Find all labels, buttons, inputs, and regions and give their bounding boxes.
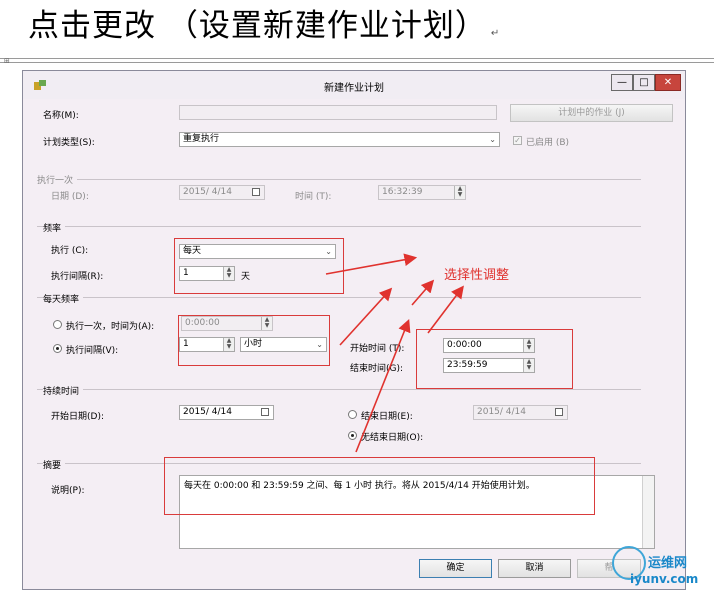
schedule-type-select[interactable]: 重复执行 ⌄ bbox=[179, 132, 500, 147]
daily-interval-highlight-box bbox=[178, 315, 330, 366]
divider-top-2 bbox=[0, 62, 714, 63]
recurs-every-label: 执行间隔(R): bbox=[51, 272, 104, 282]
title-bar[interactable]: 新建作业计划 — □ ✕ bbox=[23, 71, 685, 99]
return-mark-icon: ↵ bbox=[490, 28, 501, 39]
watermark-en: iyunv.com bbox=[630, 572, 699, 586]
time-range-highlight-box bbox=[416, 329, 573, 389]
start-date-value: 2015/ 4/14 bbox=[183, 407, 233, 417]
start-date-picker[interactable]: 2015/ 4/14 bbox=[179, 405, 274, 420]
jobs-in-schedule-button[interactable]: 计划中的作业 (J) bbox=[510, 104, 673, 122]
no-end-date-radio[interactable] bbox=[348, 431, 357, 440]
description-scrollbar[interactable] bbox=[642, 476, 654, 548]
occurs-once-radio[interactable] bbox=[53, 320, 62, 329]
end-time-label: 结束时间(G): bbox=[350, 364, 404, 374]
ok-button[interactable]: 确定 bbox=[419, 559, 492, 578]
duration-section-title: 持续时间 bbox=[43, 384, 84, 397]
selective-adjust-annotation: 选择性调整 bbox=[444, 268, 510, 283]
occurs-every-radio[interactable] bbox=[53, 344, 62, 353]
page-heading: 点击更改 （设置新建作业计划） ↵ bbox=[28, 8, 501, 44]
description-label: 说明(P): bbox=[51, 486, 85, 496]
spinner-icon[interactable]: ▲ ▼ bbox=[454, 186, 465, 199]
end-date-picker[interactable]: 2015/ 4/14 bbox=[473, 405, 568, 420]
daily-frequency-section-title: 每天频率 bbox=[43, 292, 84, 305]
one-time-time-input[interactable]: 16:32:39 ▲ ▼ bbox=[378, 185, 466, 200]
occurs-every-label: 执行间隔(V): bbox=[66, 346, 119, 356]
cancel-button[interactable]: 取消 bbox=[498, 559, 571, 578]
one-time-separator bbox=[37, 179, 641, 180]
minimize-button[interactable]: — bbox=[611, 74, 633, 91]
calendar-icon bbox=[252, 188, 260, 196]
occurs-label: 执行 (C): bbox=[51, 246, 89, 256]
summary-section-title: 摘要 bbox=[43, 458, 66, 471]
start-date-label: 开始日期(D): bbox=[51, 412, 104, 422]
one-time-time-label: 时间 (T): bbox=[295, 192, 332, 202]
name-label: 名称(M): bbox=[43, 111, 79, 121]
chevron-down-icon: ⌄ bbox=[489, 135, 496, 144]
one-time-date-label: 日期 (D): bbox=[51, 192, 89, 202]
close-button[interactable]: ✕ bbox=[655, 74, 681, 91]
calendar-icon bbox=[261, 408, 269, 416]
one-time-section-title: 执行一次 bbox=[37, 173, 78, 186]
start-time-label: 开始时间 (T): bbox=[350, 344, 405, 354]
watermark-cn: 运维网 bbox=[648, 556, 688, 571]
duration-separator bbox=[37, 389, 641, 390]
schedule-type-value: 重复执行 bbox=[183, 134, 220, 144]
name-input[interactable] bbox=[179, 105, 497, 120]
frequency-separator bbox=[37, 226, 641, 227]
daily-frequency-separator bbox=[37, 297, 641, 298]
no-end-date-label: 无结束日期(O): bbox=[361, 433, 424, 443]
calendar-icon bbox=[555, 408, 563, 416]
one-time-time-value: 16:32:39 bbox=[382, 187, 423, 197]
summary-highlight-box bbox=[164, 457, 595, 515]
divider-top bbox=[0, 58, 714, 59]
one-time-date-picker[interactable]: 2015/ 4/14 bbox=[179, 185, 265, 200]
enabled-label: 已启用 (B) bbox=[526, 138, 570, 148]
occurs-once-label: 执行一次，时间为(A): bbox=[66, 322, 155, 332]
end-date-value: 2015/ 4/14 bbox=[477, 407, 527, 417]
frequency-highlight-box bbox=[174, 238, 344, 294]
enabled-checkbox[interactable]: ✓ bbox=[513, 136, 522, 145]
schedule-type-label: 计划类型(S): bbox=[43, 138, 95, 148]
table-marker-icon: ⊞ bbox=[4, 57, 10, 65]
end-date-label: 结束日期(E): bbox=[361, 412, 413, 422]
one-time-date-value: 2015/ 4/14 bbox=[183, 187, 233, 197]
end-date-radio[interactable] bbox=[348, 410, 357, 419]
maximize-button[interactable]: □ bbox=[633, 74, 655, 91]
dialog-title: 新建作业计划 bbox=[324, 83, 384, 94]
frequency-section-title: 频率 bbox=[43, 221, 66, 234]
